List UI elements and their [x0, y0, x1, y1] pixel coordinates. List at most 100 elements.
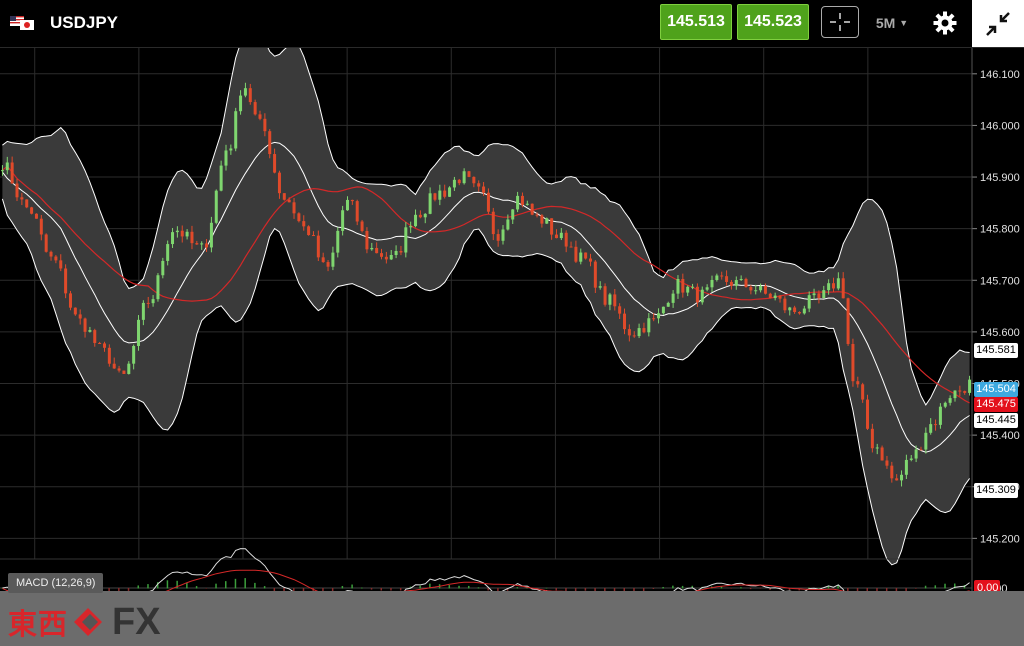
settings-button[interactable]	[928, 6, 962, 40]
macd-histogram-bar	[720, 586, 723, 589]
candle-body	[778, 295, 782, 299]
sell-price-button[interactable]: 145.513	[660, 4, 732, 40]
macd-histogram-bar	[448, 585, 451, 589]
candle-body	[846, 298, 850, 344]
candle-body	[856, 381, 860, 385]
candle-body	[10, 162, 14, 184]
candle-body	[535, 214, 539, 216]
candle-body	[200, 243, 204, 245]
candle-body	[209, 222, 213, 248]
candle-body	[652, 318, 656, 320]
macd-histogram-bar	[234, 578, 237, 589]
candle-body	[700, 289, 704, 303]
y-tick-label: 145.600	[980, 327, 1020, 339]
macd-histogram-bar	[147, 584, 149, 589]
candle-body	[744, 278, 748, 288]
candle-body	[554, 234, 558, 239]
candle-body	[409, 226, 413, 228]
candle-body	[389, 254, 393, 260]
candle-body	[423, 213, 427, 218]
candle-body	[443, 190, 447, 197]
candle-body	[686, 286, 690, 293]
macd-histogram-bar	[817, 587, 820, 589]
candle-body	[530, 203, 534, 215]
candle-body	[171, 232, 175, 245]
macd-histogram-bar	[759, 588, 762, 589]
candle-body	[593, 261, 597, 288]
macd-histogram-bar	[934, 585, 937, 589]
macd-histogram-bar	[652, 588, 655, 589]
macd-panel: 0.000-0.1000.00	[0, 548, 1008, 591]
candle-body	[681, 278, 685, 293]
price-chart[interactable]: 146.100 146.000 145.900 145.800 145.700 145.6…	[0, 48, 1024, 591]
candle-body	[608, 294, 612, 305]
candle-body	[506, 219, 510, 230]
candle-body	[545, 218, 549, 224]
candle-body	[132, 345, 136, 364]
macd-histogram-bar	[195, 586, 198, 589]
candle-body	[550, 218, 554, 235]
gear-icon	[933, 11, 957, 35]
candle-body	[20, 197, 24, 200]
candle-body	[812, 293, 816, 296]
candle-body	[822, 290, 826, 299]
macd-histogram-bar	[467, 585, 470, 589]
candle-body	[486, 192, 490, 212]
macd-indicator-label[interactable]: MACD (12,26,9)	[8, 573, 104, 593]
candle-body	[98, 342, 102, 344]
candle-body	[579, 252, 583, 262]
candle-body	[292, 202, 296, 214]
candle-body	[749, 287, 753, 291]
macd-histogram-bar	[370, 588, 373, 590]
candle-body	[691, 286, 695, 288]
candle-body	[263, 118, 267, 132]
candle-body	[151, 299, 155, 304]
candle-body	[627, 329, 631, 336]
candle-body	[885, 460, 889, 466]
candle-body	[963, 391, 967, 393]
crosshair-button[interactable]	[821, 6, 859, 38]
candle-body	[78, 314, 82, 319]
candle-body	[783, 298, 787, 311]
candle-body	[5, 162, 9, 171]
macd-histogram-bar	[351, 584, 353, 589]
candle-body	[331, 252, 335, 267]
us-flag-icon	[10, 16, 34, 30]
candle-body	[273, 154, 277, 173]
candle-body	[375, 247, 379, 254]
candle-body	[370, 247, 374, 250]
candle-body	[137, 319, 141, 346]
candle-body	[953, 390, 957, 399]
candle-body	[365, 231, 369, 250]
macd-histogram-bar	[263, 586, 266, 589]
candle-body	[166, 244, 170, 261]
timeframe-dropdown[interactable]: 5M ▼	[868, 10, 916, 36]
macd-histogram-bar	[915, 588, 917, 589]
candle-body	[384, 256, 388, 260]
candle-body	[890, 465, 894, 479]
candle-body	[773, 295, 777, 299]
collapse-button[interactable]	[972, 0, 1024, 47]
macd-histogram-bar	[749, 588, 752, 590]
macd-histogram-bar	[681, 585, 684, 589]
macd-histogram-bar	[205, 588, 208, 589]
candle-body	[705, 287, 709, 290]
candle-body	[93, 330, 97, 343]
candle-body	[759, 285, 763, 291]
candle-body	[107, 347, 111, 364]
candle-body	[34, 213, 38, 219]
buy-price-tag: 145.504	[974, 382, 1018, 397]
candle-body	[39, 218, 43, 235]
candle-body	[875, 447, 879, 449]
candle-body	[501, 229, 505, 241]
candle-body	[943, 402, 947, 407]
candle-body	[316, 235, 320, 258]
candle-body	[919, 449, 923, 451]
candle-body	[0, 170, 4, 172]
buy-price-button[interactable]: 145.523	[737, 4, 809, 40]
candle-body	[127, 363, 131, 374]
candle-body	[525, 203, 529, 205]
candle-body	[467, 171, 471, 177]
chevron-down-icon: ▼	[899, 18, 909, 28]
candle-body	[195, 243, 199, 245]
